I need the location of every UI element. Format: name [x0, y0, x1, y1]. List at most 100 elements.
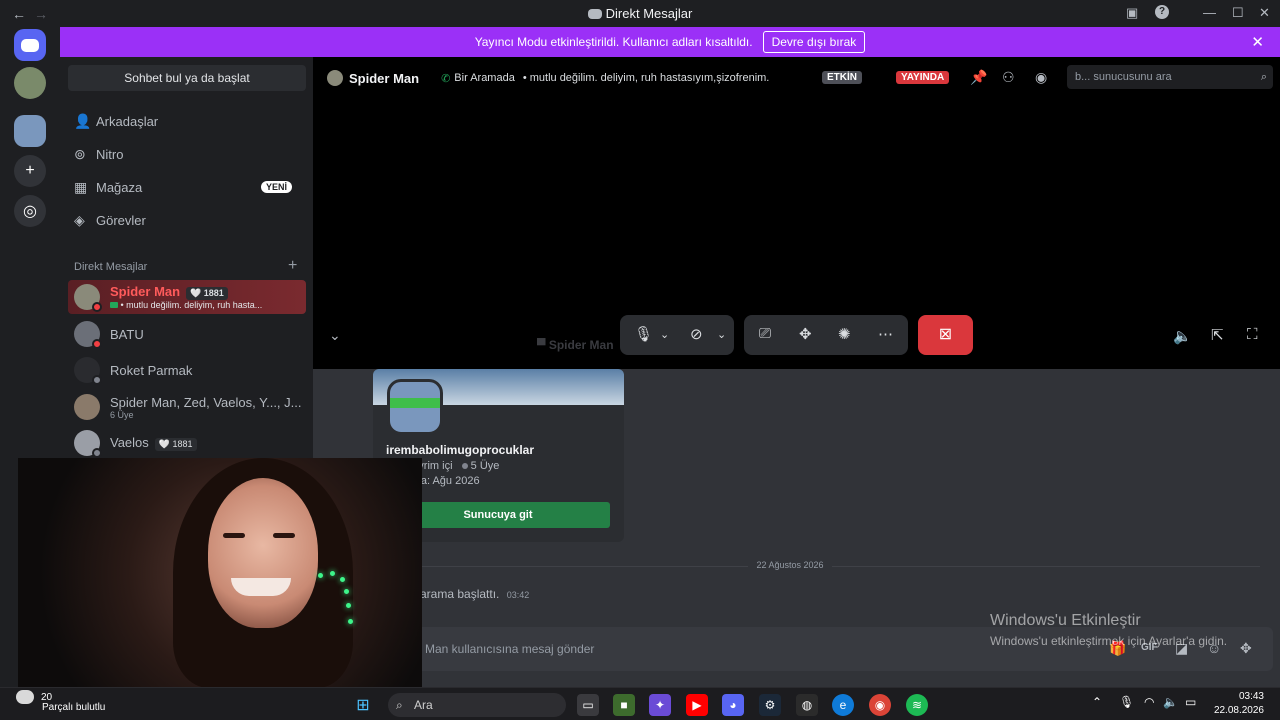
- chevron-down-icon[interactable]: ⌄: [329, 327, 341, 344]
- dm-item-vaelos[interactable]: Vaelos 🤍 1881: [68, 425, 306, 461]
- find-conversation-input[interactable]: Sohbet bul ya da başlat: [68, 65, 306, 91]
- activities-icon[interactable]: ✥: [799, 325, 812, 343]
- battery-icon[interactable]: ▭: [1185, 695, 1196, 709]
- dm-status: • mutlu değilim. deliyim, ruh hasta...: [120, 300, 263, 310]
- phone-icon: ✆: [441, 72, 451, 85]
- maximize-button[interactable]: ☐: [1232, 5, 1244, 21]
- group-avatar: [74, 394, 100, 420]
- dm-header: Direkt Mesajlar: [74, 261, 148, 273]
- server-avatar-spider-man[interactable]: [14, 67, 46, 99]
- microphone-icon[interactable]: 🎙: [634, 325, 653, 343]
- speaker-icon[interactable]: 🔈: [1163, 695, 1178, 709]
- quests-icon: ◈: [74, 211, 85, 228]
- start-icon[interactable]: ⊞: [352, 694, 374, 716]
- streamer-mode-banner: Yayıncı Modu etkinleştirildi. Kullanıcı …: [60, 27, 1280, 57]
- minimize-button[interactable]: —: [1203, 5, 1216, 20]
- copilot-icon[interactable]: ✦: [649, 694, 671, 716]
- chevron-down-icon[interactable]: ⌄: [717, 328, 726, 341]
- home-button[interactable]: [14, 29, 46, 61]
- github-icon[interactable]: ◍: [796, 694, 818, 716]
- server-search-input[interactable]: b... sunucusunu ara ⌕: [1067, 65, 1273, 89]
- help-icon[interactable]: ?: [1155, 5, 1169, 19]
- nav-friends[interactable]: 👤 Arkadaşlar: [68, 105, 306, 137]
- dm-item-batu[interactable]: BATU: [68, 316, 306, 352]
- youtube-icon[interactable]: ▶: [686, 694, 708, 716]
- screen-share-icon[interactable]: ⎚: [759, 325, 771, 342]
- spotify-icon[interactable]: ≋: [906, 694, 928, 716]
- windows-activation-watermark: Windows'u Etkinleştir Windows'u etkinleş…: [990, 612, 1227, 648]
- dm-name: BATU: [110, 326, 144, 342]
- discover-button[interactable]: ◎: [14, 195, 46, 227]
- dm-name: Spider Man, Zed, Vaelos, Y..., J...: [110, 394, 302, 410]
- activity-icon: [110, 302, 118, 308]
- steam-icon[interactable]: ⚙: [759, 694, 781, 716]
- pop-out-icon[interactable]: ⇱: [1211, 326, 1224, 344]
- user-profile-icon[interactable]: ◉: [1035, 69, 1047, 86]
- shop-icon: ▦: [74, 178, 88, 195]
- call-user-name[interactable]: Spider Man: [349, 71, 419, 86]
- windows-taskbar: 20 Parçalı bulutlu ⊞ ⌕ Ara ▭ ■ ✦ ▶ ◕ ⚙ ◍…: [0, 687, 1280, 720]
- add-friend-icon[interactable]: ⚇: [1002, 69, 1015, 86]
- create-dm-icon[interactable]: +: [288, 257, 297, 275]
- friends-icon: 👤: [74, 112, 92, 129]
- disable-streamer-mode-button[interactable]: Devre dışı bırak: [762, 31, 866, 53]
- weather-text: Parçalı bulutlu: [42, 702, 106, 713]
- dm-item-group[interactable]: Spider Man, Zed, Vaelos, Y..., J... 6 Üy…: [68, 389, 306, 425]
- search-icon: ⌕: [1260, 71, 1267, 83]
- nav-nitro[interactable]: ⊚ Nitro: [68, 138, 306, 170]
- composer-placeholder: Man kullanıcısına mesaj gönder: [425, 642, 595, 656]
- dm-item-roket-parmak[interactable]: Roket Parmak: [68, 352, 306, 388]
- status-dnd-icon: [92, 302, 102, 312]
- member-count: 6 Üye: [110, 409, 134, 420]
- soundboard-icon[interactable]: ✺: [838, 325, 851, 343]
- close-window-button[interactable]: ✕: [1259, 5, 1270, 21]
- nav-shop[interactable]: ▦ Mağaza YENİ: [68, 171, 306, 203]
- activation-title: Windows'u Etkinleştir: [990, 612, 1141, 629]
- dm-item-spider-man[interactable]: Spider Man 🤍 1881 • mutlu değilim. deliyi…: [68, 280, 306, 314]
- clock[interactable]: 03:43 22.08.2026: [1214, 690, 1264, 718]
- microphone-icon[interactable]: 🎙: [1119, 695, 1134, 709]
- nav-quests[interactable]: ◈ Görevler: [68, 204, 306, 236]
- task-view-icon[interactable]: ▭: [577, 694, 599, 716]
- system-message-text: arama başlattı.: [420, 587, 500, 601]
- weather-temp: 20: [41, 691, 53, 703]
- search-icon: ⌕: [396, 698, 403, 712]
- message-time: 03:42: [506, 590, 530, 600]
- dm-name: Spider Man: [110, 284, 181, 299]
- server-search-placeholder: b... sunucusunu ara: [1075, 71, 1172, 83]
- chevron-up-icon[interactable]: ⌃: [1092, 695, 1102, 709]
- status-offline-icon: [92, 448, 102, 458]
- more-options-icon[interactable]: ⋯: [878, 325, 893, 343]
- taskbar-search[interactable]: ⌕ Ara: [388, 693, 566, 717]
- active-badge: ETKİN: [822, 71, 862, 84]
- camera-off-icon[interactable]: ⊘: [690, 325, 703, 343]
- add-server-button[interactable]: +: [14, 155, 46, 187]
- edge-icon[interactable]: e: [832, 694, 854, 716]
- close-icon[interactable]: ✕: [1251, 33, 1264, 51]
- inbox-icon[interactable]: ▣: [1126, 5, 1138, 21]
- weather-cloud-icon: [16, 690, 34, 704]
- activation-subtitle: Windows'u etkinleştirmek için Ayarlar'a …: [990, 634, 1228, 648]
- end-call-button[interactable]: ⊠: [918, 315, 973, 355]
- clan-tag: 🤍 1881: [186, 287, 228, 300]
- window-title: Direkt Mesajlar: [0, 6, 1280, 21]
- pin-icon[interactable]: 📌: [970, 69, 987, 86]
- avatar: [327, 70, 343, 86]
- live-badge: YAYINDA: [896, 71, 950, 84]
- clock-date: 22.08.2026: [1213, 705, 1264, 716]
- wifi-icon[interactable]: ◠: [1144, 695, 1154, 709]
- weather-widget[interactable]: 20 Parçalı bulutlu: [16, 690, 105, 713]
- system-message: arama başlattı. 03:42: [420, 587, 529, 601]
- fullscreen-icon[interactable]: ⛶: [1247, 326, 1258, 343]
- discord-taskbar-icon[interactable]: ◕: [722, 694, 744, 716]
- status-offline-icon: [92, 375, 102, 385]
- chevron-down-icon[interactable]: ⌄: [660, 328, 669, 341]
- dm-name: Roket Parmak: [110, 362, 193, 378]
- volume-icon[interactable]: 🔈: [1173, 327, 1192, 345]
- avatar: [74, 284, 102, 312]
- minecraft-icon[interactable]: ■: [613, 694, 635, 716]
- chrome-icon[interactable]: ◉: [869, 694, 891, 716]
- server-icon-irembabolimugoprocuklar[interactable]: [14, 115, 46, 147]
- apps-icon[interactable]: ✥: [1240, 640, 1252, 657]
- taskbar-search-text: Ara: [414, 698, 433, 712]
